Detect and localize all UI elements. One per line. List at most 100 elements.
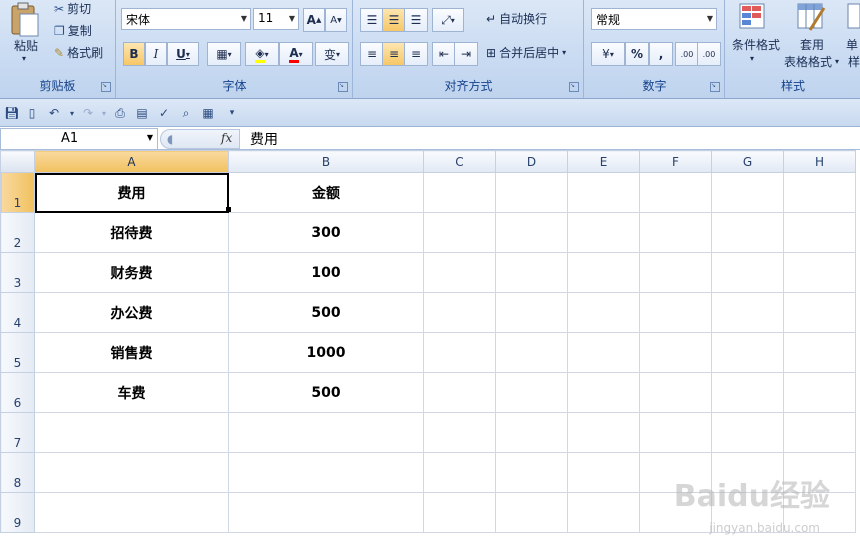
wrap-text-button[interactable]: ↵ 自动换行: [486, 10, 547, 27]
cell[interactable]: [495, 252, 568, 293]
cell[interactable]: [639, 412, 712, 453]
format-painter-button[interactable]: ✎ 格式刷: [54, 44, 103, 61]
spell-icon[interactable]: ✓: [156, 105, 172, 121]
underline-button[interactable]: U ▾: [167, 42, 199, 66]
cell[interactable]: [495, 372, 568, 413]
cell[interactable]: [34, 492, 229, 533]
paste-icon[interactable]: [8, 2, 42, 38]
column-header-b[interactable]: B: [228, 150, 424, 173]
conditional-format-button[interactable]: 条件格式: [732, 36, 780, 53]
merge-center-button[interactable]: ⊞ 合并后居中 ▾: [486, 44, 566, 61]
orientation-button[interactable]: ⤢ ▾: [432, 8, 464, 32]
column-header-a[interactable]: A: [34, 150, 229, 173]
save-icon[interactable]: 💾︎: [4, 105, 20, 121]
font-color-button[interactable]: A ▾: [279, 42, 313, 66]
row-header[interactable]: 3: [0, 252, 35, 293]
redo-icon[interactable]: ↷: [80, 105, 96, 121]
customize-icon[interactable]: ▾: [224, 105, 240, 121]
align-right-button[interactable]: ≡: [404, 42, 428, 66]
cell-a3[interactable]: 财务费: [34, 252, 229, 293]
row-header[interactable]: 5: [0, 332, 35, 373]
column-header-g[interactable]: G: [711, 150, 784, 173]
cell-b2[interactable]: 300: [228, 212, 424, 253]
cell[interactable]: [639, 212, 712, 253]
cell[interactable]: [228, 492, 424, 533]
cell[interactable]: [495, 292, 568, 333]
cell[interactable]: [567, 292, 640, 333]
cell[interactable]: [228, 412, 424, 453]
undo-dropdown-icon[interactable]: ▾: [64, 105, 80, 121]
cell[interactable]: [423, 412, 496, 453]
cell[interactable]: [711, 212, 784, 253]
borders-button[interactable]: ▦ ▾: [207, 42, 241, 66]
cell[interactable]: [639, 252, 712, 293]
cell[interactable]: [783, 412, 856, 453]
row-header[interactable]: 1: [0, 172, 35, 213]
percent-button[interactable]: %: [625, 42, 649, 66]
align-bottom-button[interactable]: ☰: [404, 8, 428, 32]
cell-b1[interactable]: 金额: [228, 172, 424, 213]
new-icon[interactable]: ▯: [24, 105, 40, 121]
cell[interactable]: [423, 492, 496, 533]
cell[interactable]: [423, 252, 496, 293]
cell[interactable]: [783, 332, 856, 373]
expand-handle-icon[interactable]: ◖: [167, 132, 173, 146]
cell[interactable]: [495, 492, 568, 533]
cell[interactable]: [495, 412, 568, 453]
increase-indent-button[interactable]: ⇥: [454, 42, 478, 66]
cell[interactable]: [711, 292, 784, 333]
cell[interactable]: [783, 372, 856, 413]
cell[interactable]: [423, 452, 496, 493]
row-header[interactable]: 2: [0, 212, 35, 253]
row-header[interactable]: 9: [0, 492, 35, 533]
cell[interactable]: [228, 452, 424, 493]
paste-button[interactable]: 粘贴: [14, 37, 38, 54]
row-header[interactable]: 6: [0, 372, 35, 413]
cell[interactable]: [495, 212, 568, 253]
format-table-icon[interactable]: [796, 2, 826, 32]
cell[interactable]: [423, 172, 496, 213]
cell[interactable]: [567, 452, 640, 493]
redo-dropdown-icon[interactable]: ▾: [96, 105, 112, 121]
decrease-decimal-button[interactable]: .00: [697, 42, 721, 66]
column-header-e[interactable]: E: [567, 150, 640, 173]
align-top-button[interactable]: ☰: [360, 8, 384, 32]
cell-b6[interactable]: 500: [228, 372, 424, 413]
chevron-down-icon[interactable]: ▼: [147, 133, 153, 142]
insert-function-button[interactable]: fx: [221, 131, 232, 145]
paste-dropdown-icon[interactable]: ▾: [22, 54, 26, 63]
format-table-button[interactable]: 表格格式 ▾: [784, 53, 839, 70]
cell[interactable]: [495, 172, 568, 213]
print-icon[interactable]: ⎙: [112, 105, 128, 121]
cell[interactable]: [567, 492, 640, 533]
bold-button[interactable]: B: [123, 42, 145, 66]
cell[interactable]: [711, 252, 784, 293]
font-name-combo[interactable]: 宋体 ▼: [121, 8, 251, 30]
cell[interactable]: [567, 172, 640, 213]
cell[interactable]: [567, 412, 640, 453]
cell[interactable]: [567, 332, 640, 373]
align-center-button[interactable]: ≡: [382, 42, 406, 66]
align-left-button[interactable]: ≡: [360, 42, 384, 66]
cell[interactable]: [423, 292, 496, 333]
cell[interactable]: [567, 252, 640, 293]
preview-icon[interactable]: ⌕: [178, 105, 194, 121]
cell[interactable]: [567, 212, 640, 253]
cell-a4[interactable]: 办公费: [34, 292, 229, 333]
decrease-indent-button[interactable]: ⇤: [432, 42, 456, 66]
format-table-label-1[interactable]: 套用: [800, 36, 824, 53]
comma-button[interactable]: ,: [649, 42, 673, 66]
cell[interactable]: [423, 372, 496, 413]
name-box[interactable]: A1 ▼: [0, 128, 158, 150]
cell[interactable]: [423, 332, 496, 373]
alignment-launcher-icon[interactable]: ↘: [569, 82, 579, 92]
increase-decimal-button[interactable]: .00: [675, 42, 699, 66]
phonetic-button[interactable]: 变 ▾: [315, 42, 349, 66]
cell[interactable]: [639, 172, 712, 213]
cell[interactable]: [423, 212, 496, 253]
cell[interactable]: [639, 372, 712, 413]
row-header[interactable]: 7: [0, 412, 35, 453]
cell[interactable]: [34, 452, 229, 493]
cell[interactable]: [495, 332, 568, 373]
cell[interactable]: [783, 172, 856, 213]
